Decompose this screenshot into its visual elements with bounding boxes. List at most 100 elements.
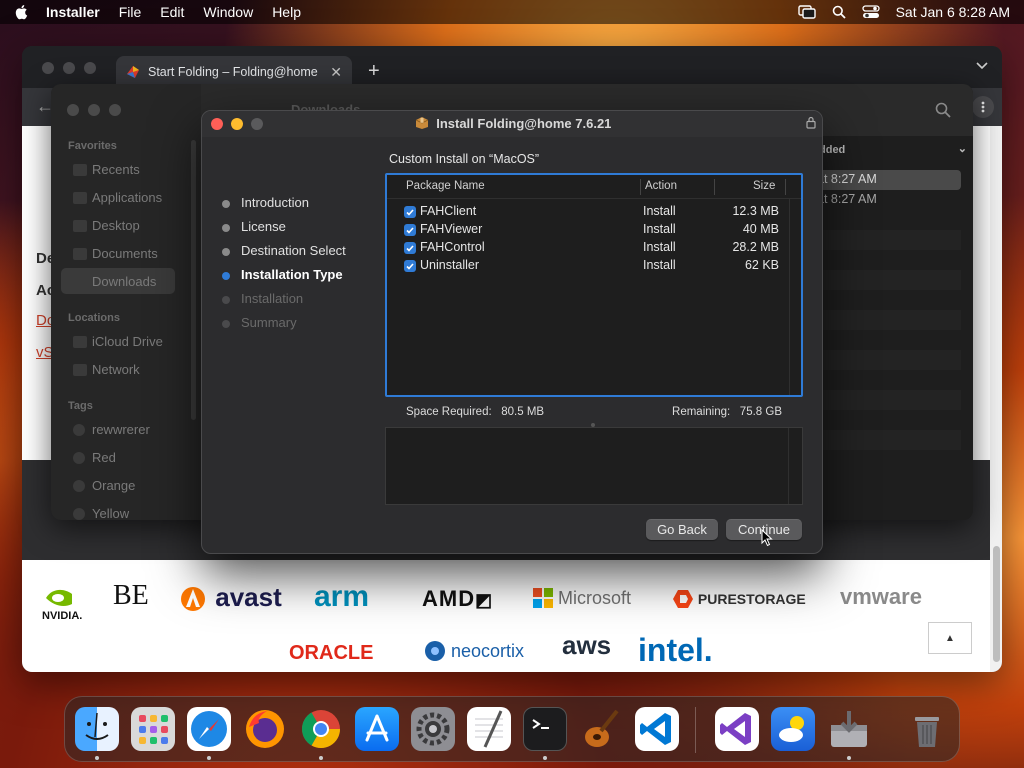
checkbox-checked-icon[interactable] — [404, 242, 416, 254]
sidebar-tag-orange[interactable]: Orange — [92, 478, 135, 493]
menu-help[interactable]: Help — [272, 4, 301, 20]
network-icon — [73, 364, 87, 376]
sidebar-tag-red[interactable]: Red — [92, 450, 116, 465]
menu-window[interactable]: Window — [203, 4, 253, 20]
scroll-to-top-button[interactable]: ▲ — [928, 622, 972, 654]
column-date-added-header[interactable]: dded ⌄ — [813, 140, 973, 158]
search-icon[interactable] — [832, 5, 846, 19]
package-table-header: Package Name Action Size — [387, 175, 801, 199]
package-description-box — [385, 427, 803, 505]
package-table[interactable]: Package Name Action Size FAHClient Insta… — [385, 173, 803, 397]
sidebar-section-favorites: Favorites — [68, 140, 117, 152]
column-divider — [714, 179, 715, 195]
dock-finder-icon[interactable] — [75, 707, 119, 751]
installer-title-bar: Install Folding@home 7.6.21 — [202, 111, 822, 137]
dock-system-settings-icon[interactable] — [411, 707, 455, 751]
dock-firefox-icon[interactable] — [243, 707, 287, 751]
space-required: Space Required: 80.5 MB — [406, 406, 545, 418]
sidebar-item-downloads[interactable]: Downloads — [92, 274, 156, 289]
logo-nvidia: NVIDIA. — [42, 588, 82, 622]
table-row[interactable]: Uninstaller Install 62 KB — [387, 257, 787, 275]
dock-installer-icon[interactable] — [827, 707, 871, 751]
page-scrollbar-thumb[interactable] — [993, 546, 1000, 662]
tab-close-icon[interactable]: ✕ — [330, 64, 342, 81]
sidebar-section-locations: Locations — [68, 312, 120, 324]
finder-minimize-button[interactable] — [88, 104, 100, 116]
dock-vscode-icon[interactable] — [635, 707, 679, 751]
running-indicator-icon — [95, 756, 99, 760]
description-scrollbar[interactable] — [788, 428, 802, 504]
tab-title: Start Folding – Folding@home — [148, 65, 318, 79]
finder-zoom-button[interactable] — [109, 104, 121, 116]
mouse-pointer-icon — [761, 529, 773, 547]
dock-textedit-icon[interactable] — [467, 707, 511, 751]
header-package-name[interactable]: Package Name — [406, 180, 485, 192]
table-row[interactable]: FAHClient Install 12.3 MB — [387, 203, 787, 221]
screen-mirroring-icon[interactable] — [797, 5, 816, 19]
table-row[interactable]: FAHViewer Install 40 MB — [387, 221, 787, 239]
space-remaining: Remaining: 75.8 GB — [672, 406, 782, 418]
logo-aws: aws — [562, 630, 612, 660]
browser-minimize-button[interactable] — [63, 62, 75, 74]
running-indicator-icon — [543, 756, 547, 760]
menu-app-installer[interactable]: Installer — [46, 4, 100, 20]
tag-dot-icon — [73, 452, 85, 464]
new-tab-icon[interactable]: + — [368, 60, 380, 83]
checkbox-checked-icon[interactable] — [404, 206, 416, 218]
running-indicator-icon — [319, 756, 323, 760]
menu-clock[interactable]: Sat Jan 6 8:28 AM — [896, 4, 1010, 20]
step-destination-select: Destination Select — [222, 243, 392, 261]
dock-chrome-icon[interactable] — [299, 707, 343, 751]
checkbox-checked-icon[interactable] — [404, 224, 416, 236]
sidebar-item-desktop[interactable]: Desktop — [92, 218, 140, 233]
dock-terminal-icon[interactable] — [523, 707, 567, 751]
header-size[interactable]: Size — [753, 180, 775, 192]
dock-garageband-icon[interactable] — [579, 707, 623, 751]
step-bullet-icon — [222, 272, 230, 280]
downloads-icon — [73, 276, 87, 288]
sidebar-item-recents[interactable]: Recents — [92, 162, 140, 177]
browser-close-button[interactable] — [42, 62, 54, 74]
caret-up-icon: ▲ — [945, 632, 955, 644]
tab-search-chevron-icon[interactable] — [976, 62, 988, 70]
finder-close-button[interactable] — [67, 104, 79, 116]
logo-purestorage: PURESTORAGE — [672, 588, 806, 610]
sidebar-tag-rewwrerer[interactable]: rewwrerer — [92, 422, 150, 437]
browser-zoom-button[interactable] — [84, 62, 96, 74]
dock-launchpad-icon[interactable] — [131, 707, 175, 751]
menu-edit[interactable]: Edit — [160, 4, 184, 20]
sidebar-item-network[interactable]: Network — [92, 362, 140, 377]
file-row-empty — [813, 230, 961, 250]
logo-be: BE — [113, 580, 149, 611]
tag-dot-icon — [73, 480, 85, 492]
finder-search-icon[interactable] — [935, 102, 951, 118]
package-table-scrollbar[interactable] — [789, 199, 801, 395]
lock-icon[interactable] — [806, 116, 816, 129]
step-installation: Installation — [222, 291, 392, 309]
browser-menu-icon[interactable] — [972, 96, 994, 118]
sidebar-item-icloud-drive[interactable]: iCloud Drive — [92, 334, 163, 349]
menu-file[interactable]: File — [119, 4, 142, 20]
sidebar-tag-yellow[interactable]: Yellow — [92, 506, 129, 520]
step-summary: Summary — [222, 315, 392, 333]
sidebar-scrollbar[interactable] — [191, 140, 196, 420]
sidebar-item-documents[interactable]: Documents — [92, 246, 158, 261]
sidebar-item-applications[interactable]: Applications — [92, 190, 162, 205]
logo-intel: intel. — [638, 632, 713, 668]
logo-avast: avast — [178, 582, 282, 613]
checkbox-checked-icon[interactable] — [404, 260, 416, 272]
go-back-button[interactable]: Go Back — [646, 519, 718, 540]
dock-app-store-icon[interactable] — [355, 707, 399, 751]
dock-visual-studio-icon[interactable] — [715, 707, 759, 751]
dock-trash-icon[interactable] — [905, 707, 949, 751]
table-row[interactable]: FAHControl Install 28.2 MB — [387, 239, 787, 257]
running-indicator-icon — [847, 756, 851, 760]
dock-safari-icon[interactable] — [187, 707, 231, 751]
header-action[interactable]: Action — [645, 180, 677, 192]
control-center-icon[interactable] — [861, 5, 880, 19]
finder-sidebar: Favorites Recents Applications Desktop D… — [51, 84, 201, 520]
apple-logo-icon[interactable] — [14, 4, 28, 20]
menu-bar: Installer File Edit Window Help Sat Jan … — [0, 0, 1024, 24]
step-license: License — [222, 219, 392, 237]
dock-weather-icon[interactable] — [771, 707, 815, 751]
